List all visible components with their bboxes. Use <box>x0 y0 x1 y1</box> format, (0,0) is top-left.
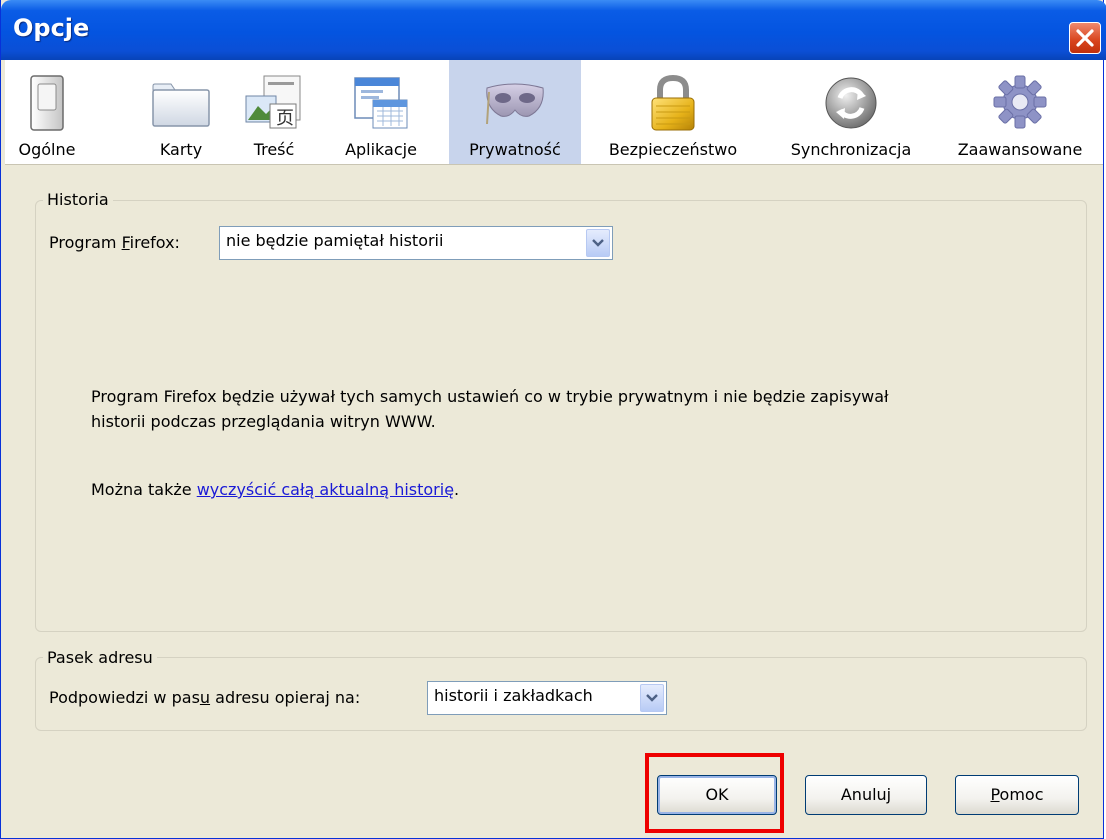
tab-tabs-label: Karty <box>159 140 203 159</box>
close-icon <box>1076 29 1094 47</box>
tab-tabs[interactable]: Karty <box>143 60 219 164</box>
tab-privacy-label: Prywatność <box>469 140 561 159</box>
help-button[interactable]: Pomoc <box>955 775 1079 815</box>
title-bar: Opcje <box>1 0 1106 60</box>
tab-advanced-label: Zaawansowane <box>957 140 1083 159</box>
tab-advanced[interactable]: Zaawansowane <box>939 60 1101 164</box>
tab-applications-label: Aplikacje <box>345 140 417 159</box>
svg-text:页: 页 <box>276 108 294 129</box>
address-bar-legend: Pasek adresu <box>43 648 157 667</box>
history-mode-select[interactable]: nie będzie pamiętał historii <box>219 226 613 260</box>
tab-security-label: Bezpieczeństwo <box>608 140 738 159</box>
history-description: Program Firefox będzie używał tych samyc… <box>91 384 1051 434</box>
description-line-2: historii podczas przeglądania witryn WWW… <box>91 412 436 431</box>
cancel-button[interactable]: Anuluj <box>805 775 927 815</box>
history-mode-label: Program Firefox: <box>49 233 180 252</box>
content-picture-icon: 页 <box>245 75 301 129</box>
tab-sync-label: Synchronizacja <box>790 140 912 159</box>
security-padlock-icon <box>651 74 695 131</box>
tab-applications[interactable]: Aplikacje <box>331 60 431 164</box>
history-mode-value: nie będzie pamiętał historii <box>226 231 444 250</box>
advanced-gear-icon <box>993 75 1047 129</box>
general-switch-icon <box>30 75 64 131</box>
clear-history-link[interactable]: wyczyścić całą aktualną historię <box>197 480 454 499</box>
preferences-toolbar: Ogólne Karty 页 Treść Aplikacje Prywatnoś… <box>5 60 1103 165</box>
history-legend: Historia <box>43 190 113 209</box>
description-line-1: Program Firefox będzie używał tych samyc… <box>91 387 889 406</box>
chevron-down-icon <box>592 239 604 247</box>
tab-content[interactable]: 页 Treść <box>237 60 311 164</box>
dropdown-button[interactable] <box>640 684 664 712</box>
options-dialog: Opcje Ogólne Karty 页 Treść Aplikacje Pry… <box>0 0 1106 839</box>
address-suggestions-select[interactable]: historii i zakładkach <box>427 681 667 715</box>
tab-privacy[interactable]: Prywatność <box>449 60 581 164</box>
tab-security[interactable]: Bezpieczeństwo <box>593 60 753 164</box>
tab-content-label: Treść <box>253 140 295 159</box>
tabs-folder-icon <box>152 83 210 127</box>
tab-general-label: Ogólne <box>18 140 76 159</box>
address-suggestions-label: Podpowiedzi w pasu adresu opieraj na: <box>49 688 361 707</box>
dropdown-button[interactable] <box>586 229 610 257</box>
chevron-down-icon <box>646 694 658 702</box>
tab-general[interactable]: Ogólne <box>5 60 89 164</box>
privacy-mask-icon <box>486 83 544 125</box>
applications-window-icon <box>354 77 408 129</box>
tab-sync[interactable]: Synchronizacja <box>769 60 933 164</box>
ok-button[interactable]: OK <box>657 775 777 815</box>
window-title: Opcje <box>13 14 90 42</box>
address-suggestions-value: historii i zakładkach <box>434 686 593 705</box>
clear-history-text: Można także wyczyścić całą aktualną hist… <box>91 480 460 499</box>
close-button[interactable] <box>1069 22 1101 54</box>
sync-arrows-icon <box>825 77 877 129</box>
